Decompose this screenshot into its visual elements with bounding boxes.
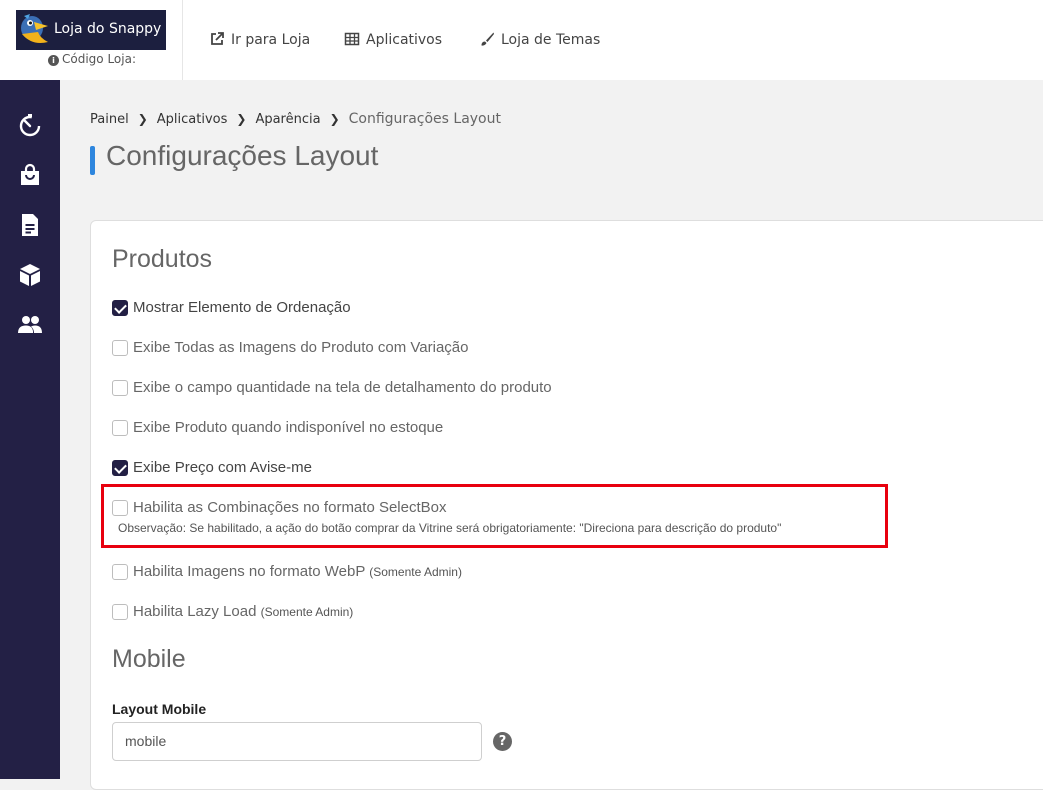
admin-only-note: (Somente Admin) xyxy=(369,565,462,579)
checkbox[interactable] xyxy=(112,340,128,356)
help-icon[interactable]: ? xyxy=(493,732,512,751)
breadcrumb-aplicativos[interactable]: Aplicativos xyxy=(157,112,228,127)
store-code-label: Código Loja: xyxy=(62,52,136,66)
nav-aplicativos[interactable]: Aplicativos xyxy=(344,31,442,51)
breadcrumb-painel[interactable]: Painel xyxy=(90,112,129,127)
title-accent-bar xyxy=(90,146,95,175)
admin-only-note: (Somente Admin) xyxy=(260,605,354,619)
chevron-right-icon: ❯ xyxy=(329,112,340,126)
checkbox[interactable] xyxy=(112,300,128,316)
logo-area: Loja do Snappy i Código Loja: xyxy=(0,0,183,80)
nav-ir-para-loja-label: Ir para Loja xyxy=(231,32,311,48)
sidebar xyxy=(0,80,60,779)
checkbox[interactable] xyxy=(112,500,128,516)
logo-text: Loja do Snappy xyxy=(54,21,162,37)
option-label: Habilita Imagens no formato WebP xyxy=(133,563,366,580)
chevron-right-icon: ❯ xyxy=(236,112,247,126)
option-label: Exibe o campo quantidade na tela de deta… xyxy=(133,379,552,396)
users-icon[interactable] xyxy=(17,312,43,338)
snappy-bird-icon xyxy=(21,14,48,43)
store-code: i Código Loja: xyxy=(48,52,136,66)
option-label-group: Habilita Lazy Load (Somente Admin) xyxy=(133,603,353,621)
dashboard-timer-icon[interactable] xyxy=(17,112,43,138)
nav-loja-de-temas-label: Loja de Temas xyxy=(501,32,601,48)
nav-ir-para-loja[interactable]: Ir para Loja xyxy=(209,31,310,51)
checkbox[interactable] xyxy=(112,460,128,476)
breadcrumb: Painel ❯ Aplicativos ❯ Aparência ❯ Configuraçõ… xyxy=(90,111,501,127)
option-label: Exibe Todas as Imagens do Produto com Va… xyxy=(133,339,469,356)
checkbox[interactable] xyxy=(112,604,128,620)
document-icon[interactable] xyxy=(17,212,43,238)
layout-mobile-label: Layout Mobile xyxy=(112,701,207,717)
selectbox-observation: Observação: Se habilitado, a ação do bot… xyxy=(118,521,782,535)
breadcrumb-current: Configurações Layout xyxy=(348,111,501,127)
checkbox[interactable] xyxy=(112,564,128,580)
info-icon: i xyxy=(48,55,59,66)
page-title: Configurações Layout xyxy=(106,140,379,171)
grid-icon xyxy=(344,32,360,46)
section-title-mobile: Mobile xyxy=(112,645,186,673)
breadcrumb-aparencia[interactable]: Aparência xyxy=(255,112,320,127)
shopping-bag-icon[interactable] xyxy=(17,162,43,188)
brush-icon xyxy=(481,32,494,46)
option-label: Habilita as Combinações no formato Selec… xyxy=(133,499,447,516)
chevron-right-icon: ❯ xyxy=(137,112,148,126)
checkbox[interactable] xyxy=(112,380,128,396)
box-icon[interactable] xyxy=(17,262,43,288)
section-title-produtos: Produtos xyxy=(112,245,213,273)
nav-aplicativos-label: Aplicativos xyxy=(366,32,443,48)
external-link-icon xyxy=(211,32,224,45)
nav-loja-de-temas[interactable]: Loja de Temas xyxy=(479,31,600,51)
option-label: Exibe Produto quando indisponível no est… xyxy=(133,419,444,436)
layout-mobile-input[interactable]: mobile xyxy=(112,722,482,761)
option-label: Habilita Lazy Load xyxy=(133,603,257,620)
top-bar: Loja do Snappy i Código Loja: Ir para Loj… xyxy=(0,0,1043,80)
store-logo[interactable]: Loja do Snappy xyxy=(16,10,166,50)
option-label: Exibe Preço com Avise-me xyxy=(133,459,312,476)
option-label-group: Habilita Imagens no formato WebP (Soment… xyxy=(133,563,462,581)
checkbox[interactable] xyxy=(112,420,128,436)
option-label: Mostrar Elemento de Ordenação xyxy=(133,299,351,316)
